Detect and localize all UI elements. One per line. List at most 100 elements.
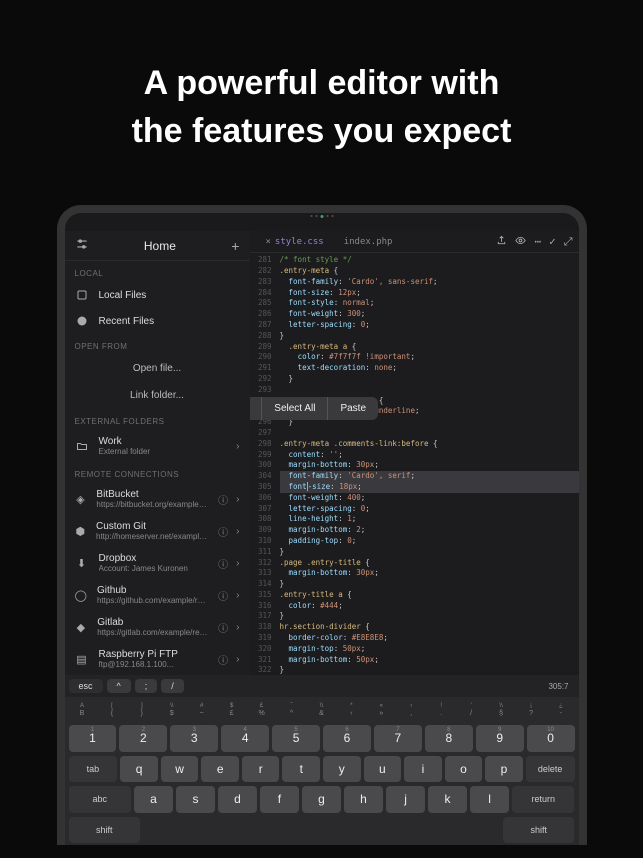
key-s[interactable]: s [176,786,215,813]
symbol-key[interactable]: ›, [398,699,425,721]
sidebar-item-remote[interactable]: ◯Githubhttps://github.com/example/repo.g… [65,579,250,611]
key-8[interactable]: 88 [425,725,473,752]
symbol-key[interactable]: AB [69,699,96,721]
code-area[interactable]: 2812822832842852862872882892902912922932… [250,253,579,675]
menu-select[interactable]: Select [250,397,263,420]
key-p[interactable]: p [485,756,523,783]
key-e[interactable]: e [201,756,239,783]
key-7[interactable]: 77 [374,725,422,752]
close-icon[interactable]: × [266,237,271,247]
symbol-key[interactable]: «» [368,699,395,721]
key-6[interactable]: 66 [323,725,371,752]
key-4[interactable]: 44 [221,725,269,752]
key-a[interactable]: a [134,786,173,813]
key-9[interactable]: 99 [476,725,524,752]
menu-paste[interactable]: Paste [328,397,378,420]
tab-index-php[interactable]: index.php [334,237,403,247]
clock-icon [75,314,89,328]
info-icon[interactable]: ⓘ [218,556,228,571]
symbol-key[interactable]: ˆ^ [278,699,305,721]
key-2[interactable]: 22 [119,725,167,752]
key-shift-left[interactable]: shift [69,817,140,844]
key-d[interactable]: d [218,786,257,813]
sidebar-item-remote[interactable]: ◆Gitlabhttps://gitlab.com/example/repo.g… [65,611,250,643]
settings-icon[interactable] [75,237,89,254]
item-name: Work [99,436,151,447]
menu-select-all[interactable]: Select All [262,397,328,420]
symbol-key[interactable]: £% [248,699,275,721]
symbol-key[interactable]: \\$ [158,699,185,721]
info-icon[interactable]: ⓘ [218,492,228,507]
key-j[interactable]: j [386,786,425,813]
info-icon[interactable]: ⓘ [218,524,228,539]
info-icon[interactable]: ⓘ [218,588,228,603]
key-i[interactable]: i [404,756,442,783]
more-icon[interactable]: ⋯ [534,235,541,249]
code-content[interactable]: /* font style */.entry-meta { font-famil… [276,253,579,675]
key-h[interactable]: h [344,786,383,813]
symbol-key[interactable]: $£ [218,699,245,721]
sidebar-item-remote[interactable]: ◈BitBuckethttps://bitbucket.org/example/… [65,483,250,515]
sidebar-item-remote[interactable]: ▤Raspberry Pi FTPftp@192.168.1.100...ⓘ› [65,643,250,675]
symbol-key[interactable]: [{ [98,699,125,721]
open-file-action[interactable]: Open file... [65,355,250,382]
key-y[interactable]: y [323,756,361,783]
item-sub: ftp@192.168.1.100... [99,660,178,669]
key-q[interactable]: q [120,756,158,783]
key-semicolon[interactable]: ; [135,679,158,693]
key-k[interactable]: k [428,786,467,813]
keyboard: esc ^ ; / 305:7 AB[{]}\\$#~$££%ˆ^\\&*‹«»… [65,675,579,845]
key-r[interactable]: r [242,756,280,783]
sidebar-item-label: Local Files [99,290,147,301]
sidebar-item-remote[interactable]: ⬇DropboxAccount: James Kuronenⓘ› [65,547,250,579]
check-icon[interactable]: ✓ [549,235,556,249]
sidebar-item-recent-files[interactable]: Recent Files [65,308,250,334]
share-icon[interactable] [496,235,507,249]
symbol-key[interactable]: \\§ [488,699,515,721]
symbol-key[interactable]: ¿- [548,699,575,721]
key-return[interactable]: return [512,786,574,813]
key-1[interactable]: 11 [69,725,117,752]
key-5[interactable]: 55 [272,725,320,752]
key-tab[interactable]: tab [69,756,118,783]
sidebar-item-local-files[interactable]: Local Files [65,282,250,308]
app-window: Home + LOCAL Local Files Recent Files [65,231,579,845]
symbol-key[interactable]: #~ [188,699,215,721]
link-folder-action[interactable]: Link folder... [65,382,250,409]
info-icon[interactable]: ⓘ [218,620,228,635]
sidebar-item-work[interactable]: Work External folder › [65,430,250,462]
key-slash[interactable]: / [161,679,184,693]
section-open-from: OPEN FROM [65,334,250,355]
chevron-right-icon: › [236,494,239,505]
symbol-key[interactable]: ¡? [518,699,545,721]
key-g[interactable]: g [302,786,341,813]
key-o[interactable]: o [445,756,483,783]
info-icon[interactable]: ⓘ [218,652,228,667]
key-esc[interactable]: esc [69,679,103,693]
symbol-key[interactable]: !. [428,699,455,721]
key-w[interactable]: w [161,756,199,783]
add-icon[interactable]: + [231,238,239,254]
tab-style-css[interactable]: × style.css [256,237,334,247]
key-u[interactable]: u [364,756,402,783]
sidebar-item-remote[interactable]: ⬢Custom Githttp://homeserver.net/example… [65,515,250,547]
symbol-key[interactable]: ]} [128,699,155,721]
remote-icon: ⬢ [75,524,87,538]
symbol-key[interactable]: '/ [458,699,485,721]
eye-icon[interactable] [515,235,526,249]
key-abc[interactable]: abc [69,786,131,813]
key-0[interactable]: 100 [527,725,575,752]
key-shift-right[interactable]: shift [503,817,574,844]
key-3[interactable]: 33 [170,725,218,752]
qwerty-row: tab qwertyuiop delete [65,754,579,785]
expand-icon[interactable]: ⤢ [564,235,573,249]
sidebar-item-label: Recent Files [99,316,155,327]
key-t[interactable]: t [282,756,320,783]
key-l[interactable]: l [470,786,509,813]
symbol-key[interactable]: *‹ [338,699,365,721]
key-f[interactable]: f [260,786,299,813]
key-caret[interactable]: ^ [107,679,131,693]
key-delete[interactable]: delete [526,756,575,783]
ipad-frame: Home + LOCAL Local Files Recent Files [57,205,587,845]
symbol-key[interactable]: \\& [308,699,335,721]
